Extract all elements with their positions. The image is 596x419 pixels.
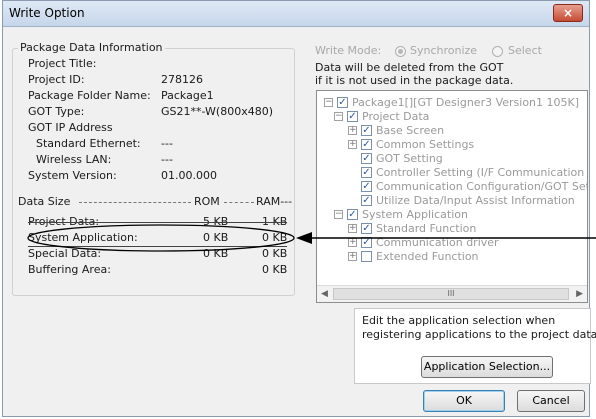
close-icon[interactable]: ×	[553, 4, 583, 22]
package-data-group: Package Data Information Project Title: …	[12, 41, 295, 296]
title-bar[interactable]: Write Option ×	[3, 1, 589, 27]
ok-button[interactable]: OK	[423, 390, 505, 412]
project-id-value: 278126	[161, 73, 203, 86]
tree-node-label: Communication driver	[376, 236, 499, 249]
buffering-area-size-label: Buffering Area:	[28, 263, 111, 276]
checkbox-icon[interactable]: ✓	[347, 209, 358, 220]
system-application-ram: 0 KB	[262, 231, 288, 244]
checkbox-icon[interactable]: ✓	[361, 125, 372, 136]
data-size-header: Data Size	[18, 195, 71, 208]
synchronize-radio-label[interactable]: Synchronize	[410, 44, 477, 57]
package-folder-value: Package1	[161, 89, 214, 102]
buffering-area-ram: 0 KB	[262, 263, 288, 276]
app-selection-note-line2: registering applications to the project …	[362, 328, 596, 341]
collapse-icon[interactable]: −	[334, 210, 343, 219]
expand-icon[interactable]: +	[348, 252, 357, 261]
standard-ethernet-label: Standard Ethernet:	[36, 137, 141, 150]
special-data-ram: 0 KB	[262, 247, 288, 260]
tree-node-label: Communication Configuration/GOT Settin	[376, 180, 588, 193]
rom-ram-divider	[224, 202, 254, 203]
special-data-size-label: Special Data:	[28, 247, 102, 260]
write-option-dialog: Write Option × Package Data Information …	[2, 0, 596, 417]
write-mode-label: Write Mode:	[315, 44, 382, 57]
select-radio-label[interactable]: Select	[508, 44, 542, 57]
got-type-label: GOT Type:	[28, 105, 85, 118]
tree-node-label: Project Data	[362, 110, 430, 123]
project-title-label: Project Title:	[28, 57, 97, 70]
checkbox-icon[interactable]: ✓	[337, 97, 348, 108]
write-mode-note-line2: if it is not used in the package data.	[315, 74, 514, 87]
synchronize-radio[interactable]	[395, 46, 406, 57]
system-version-label: System Version:	[28, 169, 117, 182]
expand-icon[interactable]: +	[348, 224, 357, 233]
checkbox-icon[interactable]: ✓	[361, 237, 372, 248]
wireless-lan-label: Wireless LAN:	[36, 153, 112, 166]
tree-node-label: Common Settings	[376, 138, 475, 151]
checkbox-icon[interactable]: ✓	[361, 153, 372, 164]
checkbox-icon[interactable]: ✓	[347, 111, 358, 122]
expand-icon[interactable]: +	[348, 126, 357, 135]
wireless-lan-value: ---	[161, 153, 173, 166]
project-data-strikeline	[28, 222, 287, 223]
tree-node-label: Extended Function	[376, 250, 479, 263]
horizontal-scrollbar[interactable]: ◀ III ▶	[317, 285, 587, 302]
system-application-size-label: System Application:	[28, 231, 138, 244]
collapse-icon[interactable]: −	[324, 98, 333, 107]
checkbox-icon[interactable]: ✓	[361, 223, 372, 234]
tree-node-label: Package1[][GT Designer3 Version1 105K]	[352, 96, 580, 109]
tree-node-label: System Application	[362, 208, 468, 221]
select-radio[interactable]	[492, 46, 503, 57]
tree-node-label: GOT Setting	[376, 152, 443, 165]
expand-icon[interactable]: +	[348, 140, 357, 149]
tree-node-label: Utilize Data/Input Assist Information	[376, 194, 575, 207]
tree-node-label: Standard Function	[376, 222, 477, 235]
package-folder-label: Package Folder Name:	[28, 89, 151, 102]
system-application-rom: 0 KB	[203, 231, 229, 244]
package-tree[interactable]: − ✓ Package1[][GT Designer3 Version1 105…	[316, 90, 588, 303]
checkbox-icon[interactable]: ✓	[361, 195, 372, 206]
expand-icon[interactable]: +	[348, 238, 357, 247]
app-selection-note-line1: Edit the application selection when	[362, 314, 556, 327]
data-size-divider	[79, 202, 191, 203]
tree-node-label: Controller Setting (I/F Communication Se…	[376, 166, 588, 179]
standard-ethernet-value: ---	[161, 137, 173, 150]
special-data-rom: 0 KB	[203, 247, 229, 260]
scroll-left-icon[interactable]: ◀	[321, 289, 328, 299]
special-data-strikeline	[28, 246, 287, 247]
ram-header: RAM---	[256, 195, 293, 208]
application-selection-button[interactable]: Application Selection...	[421, 356, 553, 378]
package-data-legend: Package Data Information	[18, 41, 165, 54]
checkbox-icon[interactable]: ✓	[361, 139, 372, 150]
tree-node-label: Base Screen	[376, 124, 445, 137]
cancel-button[interactable]: Cancel	[517, 390, 585, 412]
scroll-thumb[interactable]: III	[333, 288, 569, 300]
checkbox-icon[interactable]: ✓	[361, 251, 372, 262]
rom-header: ROM	[194, 195, 220, 208]
checkbox-icon[interactable]: ✓	[361, 181, 372, 192]
checkbox-icon[interactable]: ✓	[361, 167, 372, 178]
scroll-right-icon[interactable]: ▶	[576, 289, 583, 299]
project-id-label: Project ID:	[28, 73, 85, 86]
system-version-value: 01.00.000	[161, 169, 217, 182]
write-mode-note-line1: Data will be deleted from the GOT	[315, 61, 504, 74]
got-type-value: GS21**-W(800x480)	[161, 105, 273, 118]
dialog-title: Write Option	[9, 6, 85, 20]
got-ip-label: GOT IP Address	[28, 121, 113, 134]
collapse-icon[interactable]: −	[334, 112, 343, 121]
